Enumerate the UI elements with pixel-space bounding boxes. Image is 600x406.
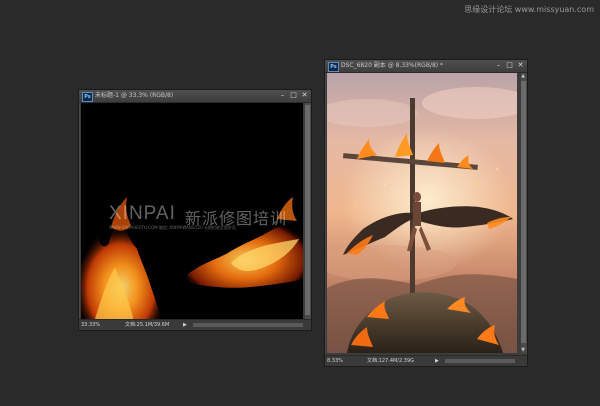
close-icon[interactable]: ✕: [300, 91, 309, 100]
canvas-right[interactable]: [327, 73, 517, 353]
site-watermark: 思缘设计论坛 www.missyuan.com: [464, 5, 594, 14]
document-title: DSC_6820 副本 @ 8.33%(RGB/8) *: [341, 62, 444, 69]
zoom-level[interactable]: 33.33%: [81, 320, 100, 330]
zoom-level[interactable]: 8.33%: [327, 356, 343, 366]
minimize-icon[interactable]: –: [494, 61, 503, 70]
ps-icon: Ps: [82, 92, 93, 102]
maximize-icon[interactable]: □: [289, 91, 298, 100]
document-size: 文档:25.1M/39.6M: [125, 322, 170, 328]
triangle-right-icon[interactable]: ▶: [183, 320, 187, 330]
document-title: 未标题-1 @ 33.3% (RGB/8): [95, 92, 174, 99]
document-window-right[interactable]: Ps DSC_6820 副本 @ 8.33%(RGB/8) * – □ ✕ ▲ …: [324, 59, 528, 367]
horizontal-scrollbar-right[interactable]: [445, 359, 515, 363]
vertical-scroll-thumb[interactable]: [305, 105, 310, 315]
titlebar-left[interactable]: Ps 未标题-1 @ 33.3% (RGB/8) – □ ✕: [79, 90, 311, 103]
burning-cross-artwork: [327, 73, 517, 353]
canvas-left[interactable]: XINPAI 新派修图培训 WWW.XINPAIXIUTU.COM 微信: XI…: [81, 103, 303, 319]
vertical-scrollbar-right[interactable]: ▲ ▼: [521, 73, 526, 353]
maximize-icon[interactable]: □: [505, 61, 514, 70]
statusbar-left: 33.33% 文档:25.1M/39.6M ▶: [79, 319, 311, 330]
scroll-down-icon[interactable]: ▼: [520, 347, 526, 353]
close-icon[interactable]: ✕: [516, 61, 525, 70]
statusbar-right: 8.33% 文档:127.4M/2.39G ▶: [325, 355, 527, 366]
canvas-watermark-latin: XINPAI: [109, 203, 176, 224]
ps-icon: Ps: [328, 62, 339, 72]
vertical-scrollbar-left[interactable]: [305, 103, 310, 319]
titlebar-right[interactable]: Ps DSC_6820 副本 @ 8.33%(RGB/8) * – □ ✕: [325, 60, 527, 73]
triangle-right-icon[interactable]: ▶: [435, 356, 439, 366]
vertical-scroll-thumb[interactable]: [521, 81, 526, 343]
scroll-up-icon[interactable]: ▲: [520, 73, 526, 79]
document-size: 文档:127.4M/2.39G: [367, 358, 415, 364]
document-window-left[interactable]: Ps 未标题-1 @ 33.3% (RGB/8) – □ ✕ XINPAI 新派…: [78, 89, 312, 331]
canvas-watermark-small: WWW.XINPAIXIUTU.COM 微信: XINPAIWANG520 长期…: [109, 225, 236, 230]
horizontal-scrollbar-left[interactable]: [193, 323, 303, 327]
minimize-icon[interactable]: –: [278, 91, 287, 100]
